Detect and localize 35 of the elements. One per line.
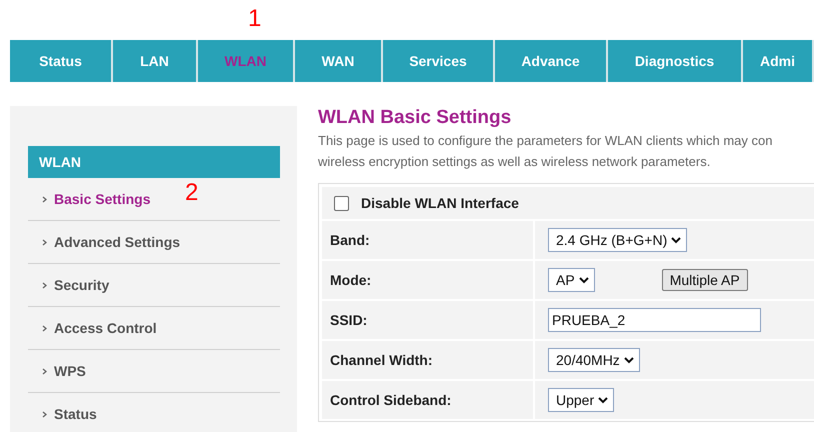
sidebar-item[interactable]: Access Control bbox=[54, 320, 157, 336]
page-title: WLAN Basic Settings bbox=[318, 107, 512, 129]
chevron-icon bbox=[42, 238, 47, 246]
checkbox-label: Disable WLAN Interface bbox=[361, 195, 519, 211]
sidebar-item[interactable]: Advanced Settings bbox=[54, 234, 180, 250]
sidebar-item[interactable]: WPS bbox=[54, 363, 86, 379]
sidebar-item[interactable]: Basic Settings bbox=[54, 191, 150, 207]
chevron-icon bbox=[42, 196, 47, 202]
sidebar-header: WLAN bbox=[28, 146, 280, 178]
sidebar-item[interactable]: Security bbox=[54, 277, 110, 293]
caret-icon bbox=[671, 236, 682, 244]
page-description: This page is used to configure the parameters for WLAN clients which may con bbox=[318, 132, 774, 150]
caret-icon bbox=[624, 356, 634, 364]
field-label: Mode: bbox=[322, 261, 533, 299]
chevron-icon bbox=[42, 282, 47, 288]
dropdown[interactable]: AP bbox=[548, 268, 595, 292]
page-description: wireless encryption settings as well as wireless network parameters. bbox=[318, 153, 712, 171]
annotation-number: 2 bbox=[185, 181, 198, 205]
field-label: SSID: bbox=[322, 301, 533, 339]
annotation-number: 1 bbox=[248, 7, 262, 31]
caret-icon bbox=[578, 276, 589, 284]
caret-icon bbox=[598, 396, 608, 404]
checkbox[interactable] bbox=[334, 196, 349, 210]
sidebar-item[interactable]: Status bbox=[54, 406, 97, 422]
field-label: Control Sideband: bbox=[322, 381, 533, 419]
chevron-icon bbox=[42, 410, 47, 418]
chevron-icon bbox=[42, 368, 47, 374]
dropdown[interactable]: 2.4 GHz (B+G+N) bbox=[548, 228, 688, 252]
field-label: Channel Width: bbox=[322, 341, 533, 379]
field-label: Band: bbox=[322, 221, 533, 259]
chevron-icon bbox=[42, 324, 47, 332]
dropdown[interactable]: Upper bbox=[548, 388, 614, 412]
multiple-ap-button[interactable]: Multiple AP bbox=[662, 269, 748, 291]
dropdown[interactable]: 20/40MHz bbox=[548, 348, 640, 372]
input-field[interactable]: PRUEBA_2 bbox=[548, 308, 761, 332]
